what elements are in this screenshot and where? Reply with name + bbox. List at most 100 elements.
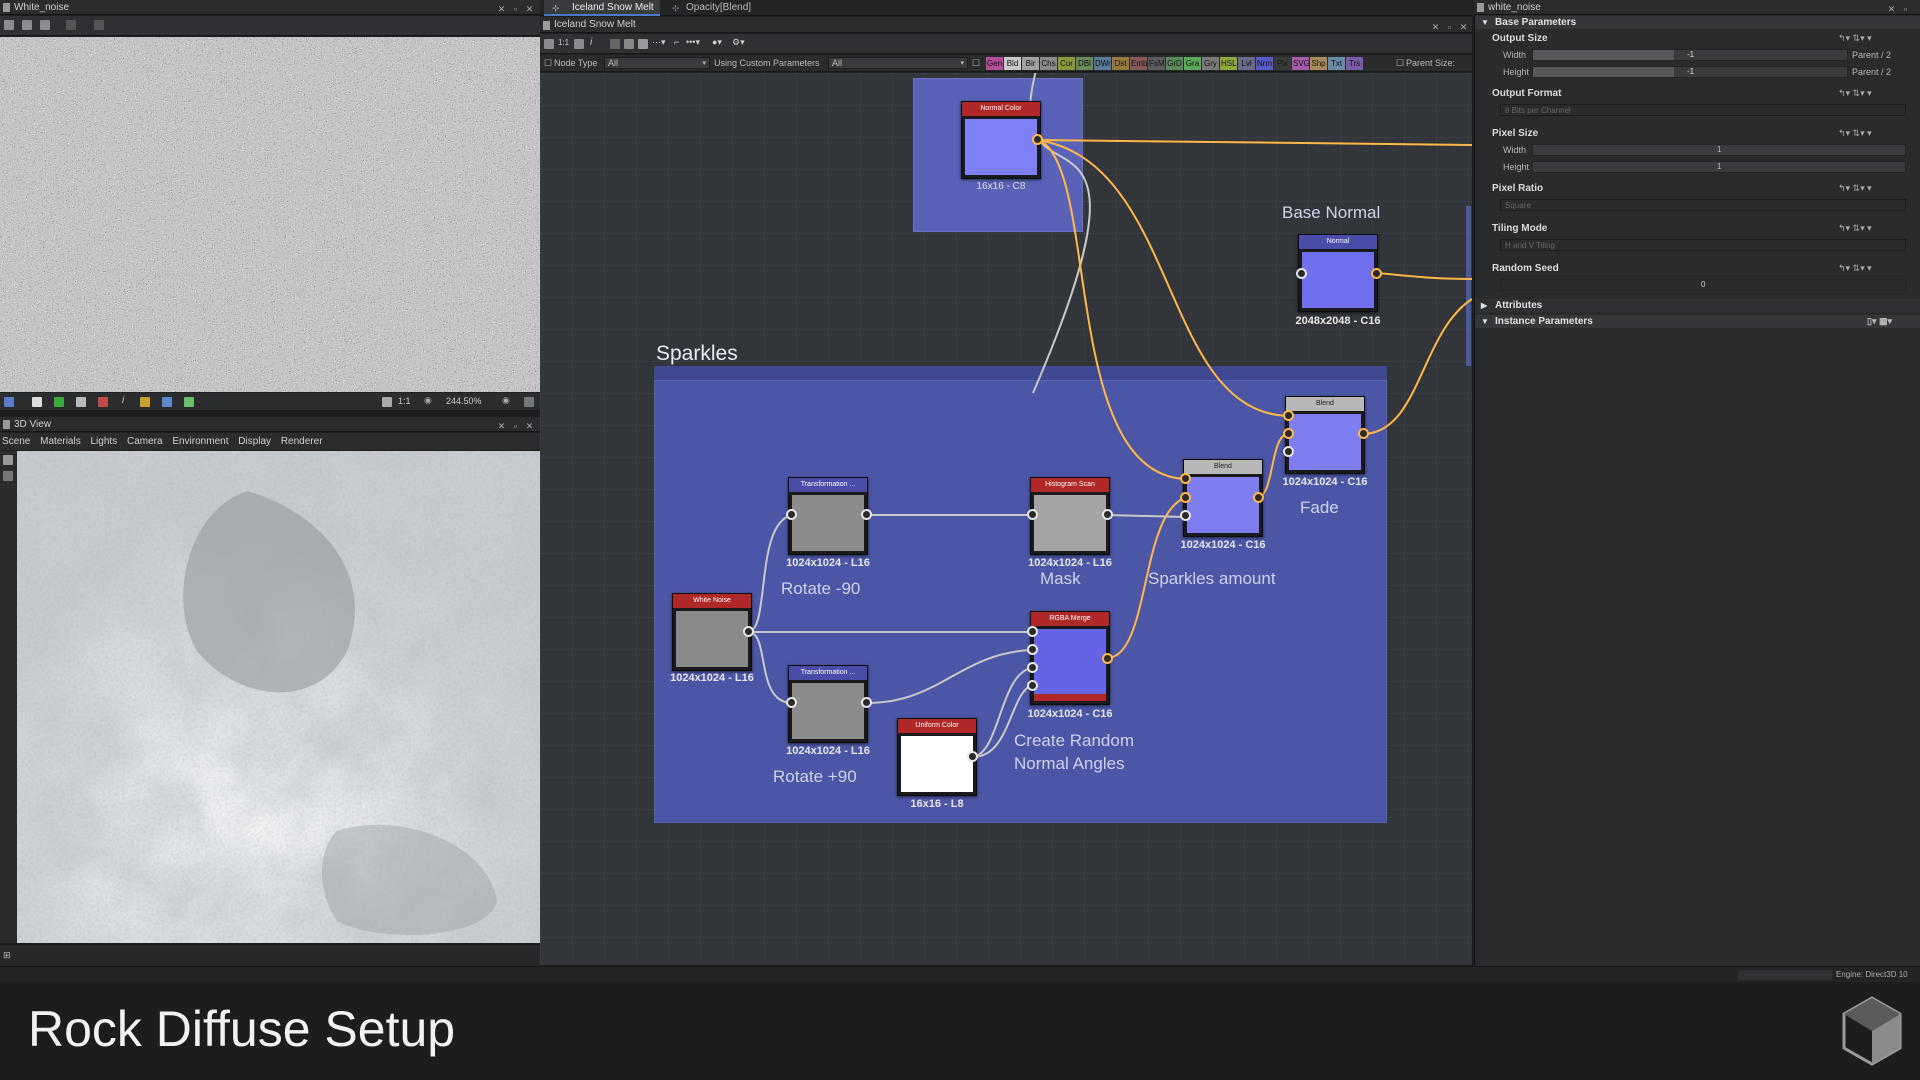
menu-scene[interactable]: Scene <box>2 436 30 447</box>
transform-top-node[interactable]: Transformation ... <box>788 477 868 555</box>
menu-environment[interactable]: Environment <box>172 436 228 447</box>
filter-chip-gry[interactable]: Gry <box>1202 57 1219 70</box>
uniform-color-output-port[interactable] <box>967 751 978 762</box>
filter-chip-pix[interactable]: Pix <box>1274 57 1291 70</box>
filter-chip-dbl[interactable]: DBl <box>1076 57 1093 70</box>
zoom-level[interactable]: 244.50% <box>446 396 482 406</box>
filter-chip-bir[interactable]: Bir <box>1022 57 1039 70</box>
save-icon[interactable] <box>4 20 14 30</box>
create-random-comment-2[interactable]: Normal Angles <box>1014 754 1125 774</box>
menu-lights[interactable]: Lights <box>91 436 118 447</box>
menu-materials[interactable]: Materials <box>40 436 81 447</box>
filter-chip-grd[interactable]: GrD <box>1166 57 1183 70</box>
pixel-width-slider[interactable]: 1 <box>1532 144 1906 156</box>
menu-display[interactable]: Display <box>238 436 271 447</box>
lock-icon[interactable] <box>524 397 534 407</box>
rgba-merge-input-a[interactable] <box>1027 680 1038 691</box>
filter-chip-emb[interactable]: Emb <box>1130 57 1147 70</box>
filter-chip-lvl[interactable]: Lvl <box>1238 57 1255 70</box>
blend-amount-input-bg[interactable] <box>1180 492 1191 503</box>
histogram-scan-output-port[interactable] <box>1102 509 1113 520</box>
histogram-scan-input-port[interactable] <box>1027 509 1038 520</box>
rgba-merge-input-r[interactable] <box>1027 626 1038 637</box>
white-noise-output-port[interactable] <box>743 626 754 637</box>
white-noise-node[interactable]: White Noise <box>672 593 752 671</box>
checker-icon[interactable] <box>32 397 42 407</box>
blend-fade-node[interactable]: Blend <box>1285 396 1365 474</box>
base-normal-comment[interactable]: Base Normal <box>1282 203 1380 223</box>
fade-comment[interactable]: Fade <box>1300 498 1339 518</box>
filter-chip-svg[interactable]: SVG <box>1292 57 1309 70</box>
normal-color-output-port[interactable] <box>1032 134 1043 145</box>
menu-renderer[interactable]: Renderer <box>281 436 323 447</box>
pixel-ratio-select[interactable]: Square <box>1500 199 1906 211</box>
tiling-mode-controls[interactable]: ↰▾ ⇅▾ ▾ <box>1838 223 1872 234</box>
restore-icon[interactable]: ▫ <box>510 2 521 17</box>
filter-chip-dst[interactable]: Dst <box>1112 57 1129 70</box>
blend-amount-output-port[interactable] <box>1253 492 1264 503</box>
histogram-scan-node[interactable]: Histogram Scan <box>1030 477 1110 555</box>
graph-scroll-right[interactable] <box>1466 206 1471 366</box>
filter-chip-hsl[interactable]: HSL <box>1220 57 1237 70</box>
transform-bottom-node[interactable]: Transformation ... <box>788 665 868 743</box>
normal-node[interactable]: Normal <box>1298 234 1378 312</box>
rotate-tool-icon[interactable] <box>3 455 13 465</box>
undo-icon[interactable] <box>66 20 76 30</box>
restore-icon-props[interactable]: ▫ <box>1900 2 1911 17</box>
blend-amount-node[interactable]: Blend <box>1183 459 1263 537</box>
pixel-size-controls[interactable]: ↰▾ ⇅▾ ▾ <box>1838 128 1872 139</box>
close-icon-graph[interactable]: ✕ <box>1458 19 1469 35</box>
close-icon[interactable]: ✕ <box>524 2 535 17</box>
frame-all-icon[interactable] <box>544 39 554 49</box>
rotate-neg-comment[interactable]: Rotate -90 <box>781 579 860 599</box>
filter-chip-dwr[interactable]: DWr <box>1094 57 1111 70</box>
restore-icon-graph[interactable]: ▫ <box>1444 19 1455 35</box>
settings-icon[interactable]: ⚙▾ <box>732 37 745 48</box>
mask-comment[interactable]: Mask <box>1040 569 1081 589</box>
instance-parameters-header[interactable]: ▼ Instance Parameters ▯▾ ▦▾ <box>1475 315 1920 328</box>
normal-output-port[interactable] <box>1371 268 1382 279</box>
blend-amount-input-mask[interactable] <box>1180 510 1191 521</box>
uv-icon[interactable] <box>94 20 104 30</box>
filter-chip-fxm[interactable]: FxM <box>1148 57 1165 70</box>
custom-params-select[interactable]: All ▾ <box>828 57 968 69</box>
rgba-merge-output-port[interactable] <box>1102 653 1113 664</box>
attributes-header[interactable]: ▶ Attributes <box>1475 299 1920 312</box>
filter-chip-gen[interactable]: Gen <box>986 57 1003 70</box>
dots-icon[interactable]: •••▾ <box>686 37 700 48</box>
output-width-slider[interactable]: -1 <box>1532 49 1848 61</box>
filter-chip-shp[interactable]: Shp <box>1310 57 1327 70</box>
sparkles-comment[interactable]: Sparkles <box>656 342 738 366</box>
channel-icon[interactable] <box>4 397 14 407</box>
curve-icon[interactable]: ⌐ <box>674 37 679 47</box>
copy-icon[interactable] <box>22 20 32 30</box>
transform-bottom-output-port[interactable] <box>861 697 872 708</box>
transform-bottom-input-port[interactable] <box>786 697 797 708</box>
random-seed-slider[interactable]: 0 <box>1500 279 1906 291</box>
output-format-select[interactable]: 8 Bits per Channel <box>1500 104 1906 116</box>
sparkles-amount-comment[interactable]: Sparkles amount <box>1148 569 1276 589</box>
pixel-height-slider[interactable]: 1 <box>1532 161 1906 173</box>
output-height-slider[interactable]: -1 <box>1532 66 1848 78</box>
blend-fade-input-bg[interactable] <box>1283 428 1294 439</box>
menu-camera[interactable]: Camera <box>127 436 163 447</box>
node-type-select[interactable]: All ▾ <box>604 57 710 69</box>
rgba-merge-input-g[interactable] <box>1027 644 1038 655</box>
filter-chip-chs[interactable]: Chs <box>1040 57 1057 70</box>
filter-checkbox-icon[interactable]: ☐ <box>544 55 552 72</box>
filter-chip-nrm[interactable]: Nrm <box>1256 57 1273 70</box>
histogram-icon[interactable] <box>140 397 150 407</box>
pin-icon-graph[interactable]: ✕ <box>1430 19 1441 35</box>
transform-top-input-port[interactable] <box>786 509 797 520</box>
normal-input-port[interactable] <box>1296 268 1307 279</box>
ratio-label[interactable]: 1:1 <box>398 396 411 406</box>
blend-amount-input-fg[interactable] <box>1180 473 1191 484</box>
tiling-icon[interactable] <box>98 397 108 407</box>
info-icon-graph[interactable]: i <box>590 37 592 48</box>
pin-icon-props[interactable]: ✕ <box>1886 2 1897 17</box>
filter-chip-cur[interactable]: Cur <box>1058 57 1075 70</box>
pin-tool-icon[interactable]: ●▾ <box>712 37 722 48</box>
pin-icon-3d[interactable]: ✕ <box>496 419 507 434</box>
random-seed-controls[interactable]: ↰▾ ⇅▾ ▾ <box>1838 263 1872 274</box>
tab-iceland-snow-melt[interactable]: ⊹ Iceland Snow Melt <box>544 0 660 16</box>
